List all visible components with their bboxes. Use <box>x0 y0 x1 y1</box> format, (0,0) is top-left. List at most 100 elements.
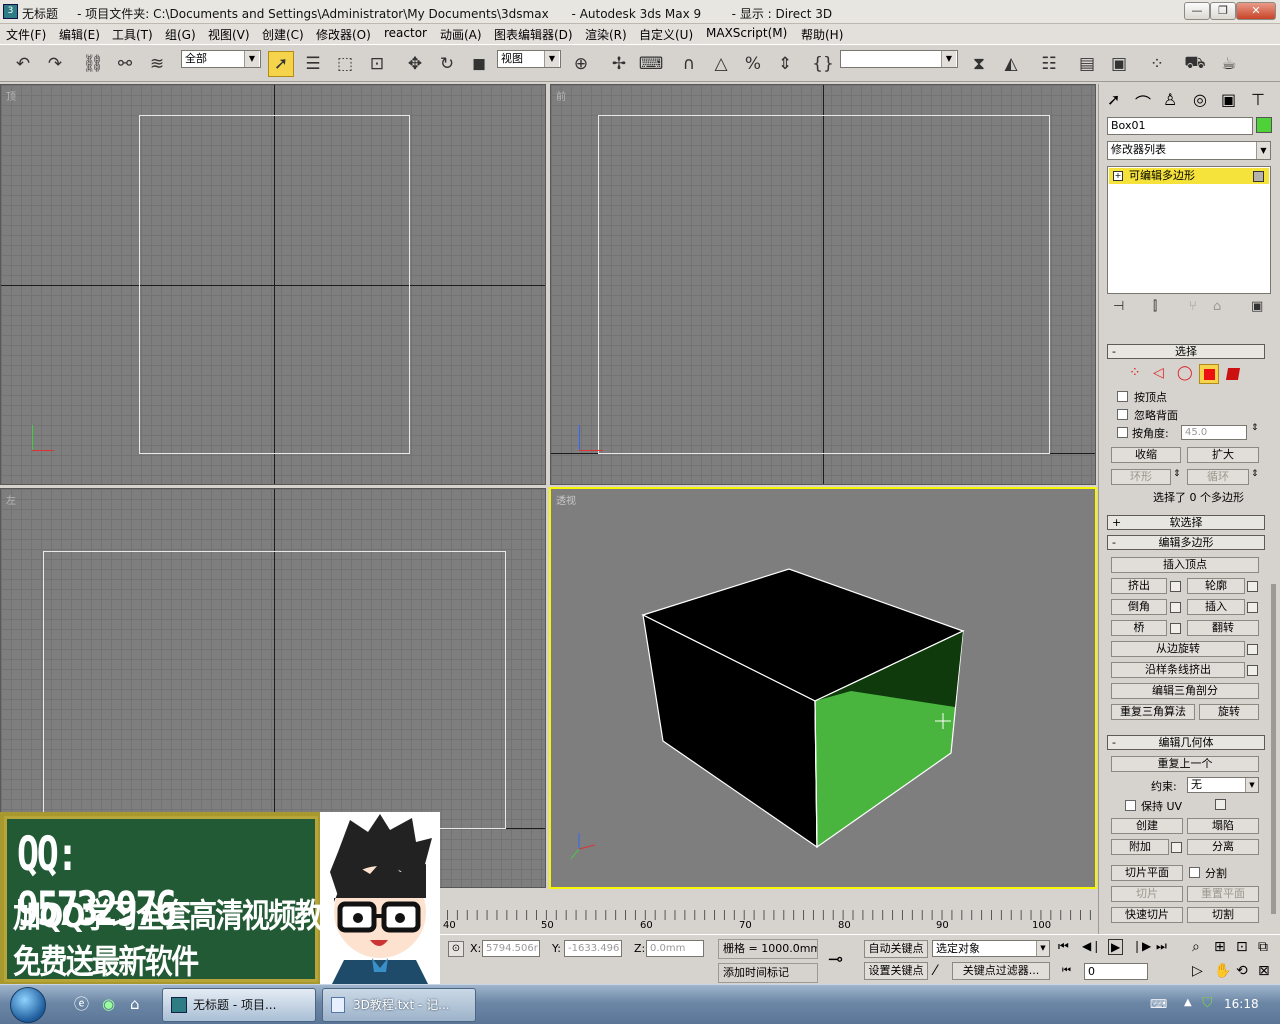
stack-item-editable-poly[interactable]: + 可编辑多边形 <box>1109 168 1269 184</box>
hinge-settings-icon[interactable] <box>1247 644 1258 655</box>
vertex-level-icon[interactable]: ⁘ <box>1129 365 1141 381</box>
ring-spinner-icon[interactable]: ⇕ <box>1173 469 1181 479</box>
menu-reactor[interactable]: reactor <box>384 26 427 40</box>
key-filters-button[interactable]: 关键点过滤器... <box>952 962 1050 980</box>
ring-button[interactable]: 环形 <box>1111 469 1171 485</box>
by-vertex-checkbox[interactable] <box>1117 391 1128 402</box>
go-to-end-icon[interactable]: ⏭ <box>1156 939 1167 954</box>
rotate-icon[interactable]: ↻ <box>434 51 460 77</box>
menu-rendering[interactable]: 渲染(R) <box>585 26 627 43</box>
make-unique-icon[interactable]: ⑂ <box>1189 299 1197 314</box>
scale-icon[interactable]: ◼ <box>466 51 492 77</box>
unlink-icon[interactable]: ⚯ <box>112 51 138 77</box>
set-key-button[interactable]: 设置关键点 <box>864 962 928 980</box>
move-icon[interactable]: ✥ <box>402 51 428 77</box>
edit-polygons-rollout-header[interactable]: - 编辑多边形 <box>1107 535 1265 550</box>
named-selection-sets-dropdown[interactable] <box>840 50 958 68</box>
play-icon[interactable]: ▶ <box>1108 939 1124 955</box>
undo-icon[interactable]: ↶ <box>10 51 36 77</box>
snap-3d-icon[interactable]: ∩ <box>676 51 702 77</box>
preserve-uvs-settings-icon[interactable] <box>1215 799 1226 810</box>
key-icon[interactable]: ⊸ <box>828 949 843 970</box>
create-button[interactable]: 创建 <box>1111 818 1183 834</box>
collapse-button[interactable]: 塌陷 <box>1187 818 1259 834</box>
zoom-icon[interactable]: ⌕ <box>1192 939 1200 955</box>
zoom-all-icon[interactable]: ⊞ <box>1214 939 1226 955</box>
add-time-tag-field[interactable]: 添加时间标记 <box>718 963 818 983</box>
menu-create[interactable]: 创建(C) <box>262 26 304 43</box>
outline-settings-icon[interactable] <box>1247 581 1258 592</box>
ignore-backfacing-checkbox[interactable] <box>1117 409 1128 420</box>
loop-button[interactable]: 循环 <box>1187 469 1249 485</box>
cut-button[interactable]: 切割 <box>1187 907 1259 923</box>
extrude-settings-icon[interactable] <box>1170 581 1181 592</box>
create-tab-icon[interactable]: ➚ <box>1107 90 1120 109</box>
percent-snap-icon[interactable]: % <box>740 51 766 77</box>
polygon-level-icon[interactable] <box>1199 364 1219 384</box>
pin-stack-icon[interactable]: ⊣ <box>1113 299 1124 314</box>
viewport-label[interactable]: 前 <box>556 88 566 103</box>
align-icon[interactable]: ◭ <box>998 51 1024 77</box>
edit-triangulation-button[interactable]: 编辑三角剖分 <box>1111 683 1259 699</box>
extrude-along-spline-button[interactable]: 沿样条线挤出 <box>1111 662 1245 678</box>
viewport-front[interactable]: 前 <box>550 84 1096 485</box>
border-level-icon[interactable]: ◯ <box>1177 365 1193 381</box>
maximize-viewport-icon[interactable]: ⊠ <box>1258 963 1270 979</box>
inset-settings-icon[interactable] <box>1247 602 1258 613</box>
menu-file[interactable]: 文件(F) <box>6 26 46 43</box>
soft-selection-rollout-header[interactable]: + 软选择 <box>1107 515 1265 530</box>
extrude-button[interactable]: 挤出 <box>1111 578 1167 594</box>
reset-plane-button[interactable]: 重置平面 <box>1187 886 1259 902</box>
display-tab-icon[interactable]: ▣ <box>1221 90 1236 109</box>
window-crossing-icon[interactable]: ⊡ <box>364 51 390 77</box>
minimize-button[interactable]: — <box>1184 2 1210 20</box>
viewport-label[interactable]: 顶 <box>6 88 16 103</box>
bridge-settings-icon[interactable] <box>1170 623 1181 634</box>
link-icon[interactable]: ⛓ <box>80 51 106 77</box>
insert-vertex-button[interactable]: 插入顶点 <box>1111 557 1259 573</box>
grow-button[interactable]: 扩大 <box>1187 447 1259 463</box>
flip-button[interactable]: 翻转 <box>1187 620 1259 636</box>
inset-button[interactable]: 插入 <box>1187 599 1245 615</box>
object-color-swatch[interactable] <box>1256 117 1272 133</box>
attach-button[interactable]: 附加 <box>1111 839 1169 855</box>
media-quicklaunch-icon[interactable]: ◉ <box>102 995 120 1013</box>
motion-tab-icon[interactable]: ◎ <box>1193 90 1207 109</box>
modifier-toggle-icon[interactable] <box>1253 171 1264 182</box>
viewport-label[interactable]: 左 <box>6 492 16 507</box>
next-frame-icon[interactable]: ❘▶ <box>1132 939 1151 953</box>
show-end-result-icon[interactable]: ⫿ <box>1153 299 1157 314</box>
absolute-mode-icon[interactable]: ⊙ <box>448 941 464 957</box>
auto-key-button[interactable]: 自动关键点 <box>864 940 928 958</box>
edit-geometry-rollout-header[interactable]: - 编辑几何体 <box>1107 735 1265 750</box>
arc-rotate-icon[interactable]: ⟲ <box>1236 963 1248 979</box>
menu-modifiers[interactable]: 修改器(O) <box>316 26 371 43</box>
select-rollout-header[interactable]: - 选择 <box>1107 344 1265 359</box>
spinner-snap-icon[interactable]: ⇕ <box>772 51 798 77</box>
angle-spinner[interactable]: 45.0 <box>1181 425 1247 440</box>
taskbar-item-notepad[interactable]: 3D教程.txt - 记... <box>322 988 476 1022</box>
repeat-last-button[interactable]: 重复上一个 <box>1111 756 1259 772</box>
rectangular-selection-icon[interactable]: ⬚ <box>332 51 358 77</box>
go-to-start-icon[interactable]: ⏮ <box>1058 939 1069 954</box>
edge-level-icon[interactable]: ◁ <box>1153 365 1164 381</box>
modify-tab-icon[interactable]: ⌒ <box>1135 90 1151 114</box>
start-button-icon[interactable] <box>10 987 46 1023</box>
quick-render-icon[interactable]: ☕ <box>1216 51 1242 77</box>
close-button[interactable]: ✕ <box>1236 2 1276 20</box>
menu-graph-editors[interactable]: 图表编辑器(D) <box>494 26 573 43</box>
modifier-list-dropdown[interactable]: 修改器列表 ▼ <box>1107 141 1271 160</box>
edit-named-selection-icon[interactable]: {} <box>810 51 836 77</box>
current-frame-field[interactable]: 0 <box>1084 963 1148 980</box>
box01-object[interactable] <box>551 489 1097 889</box>
x-coordinate-field[interactable]: 5794.506r <box>482 940 540 957</box>
menu-animation[interactable]: 动画(A) <box>440 26 482 43</box>
viewport-perspective[interactable]: 透视 <box>549 487 1097 889</box>
extrude-along-spline-settings-icon[interactable] <box>1247 665 1258 676</box>
track-bar[interactable]: 40 50 60 70 80 90 100 <box>440 906 1098 934</box>
element-level-icon[interactable] <box>1225 368 1241 380</box>
hierarchy-tab-icon[interactable]: ♙ <box>1163 90 1177 109</box>
detach-button[interactable]: 分离 <box>1187 839 1259 855</box>
bevel-button[interactable]: 倒角 <box>1111 599 1167 615</box>
bevel-settings-icon[interactable] <box>1170 602 1181 613</box>
